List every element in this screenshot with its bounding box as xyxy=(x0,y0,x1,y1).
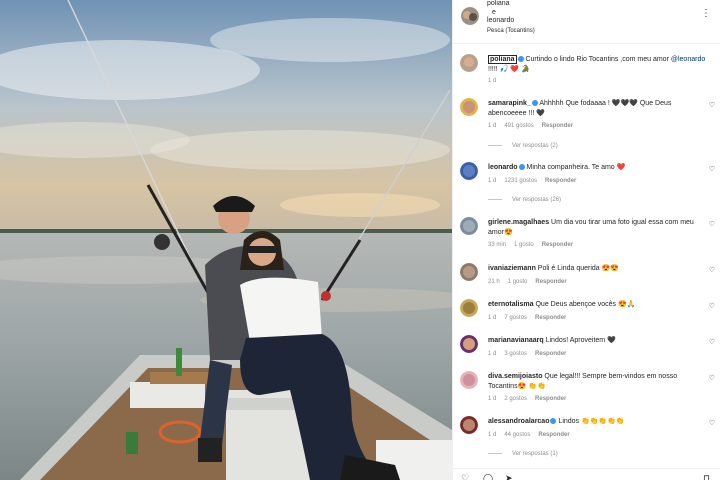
caption-username[interactable]: poliana xyxy=(488,55,517,64)
comment-likes[interactable]: 491 gostos xyxy=(504,123,533,129)
authors-connector: e xyxy=(492,8,496,16)
comment-bubble-icon[interactable]: ◯ xyxy=(483,473,493,480)
comment-likes[interactable]: 1 gosto xyxy=(508,279,528,285)
comment-item: ivaniaziemann Poli é Linda querida 😍😍 21… xyxy=(453,263,720,291)
replies-divider xyxy=(488,452,502,454)
comment-likes[interactable]: 1 gosto xyxy=(514,242,534,248)
fishing-scene-image xyxy=(0,0,452,480)
commenter-avatar[interactable] xyxy=(460,416,478,434)
comment-item: girlene.magalhaes Um dia vou tirar uma f… xyxy=(453,217,720,253)
comments-panel: poliana e leonardo Pesca (Tocantins) ⋮ p… xyxy=(452,0,720,480)
comment-text: Poli é Linda querida 😍😍 xyxy=(535,265,620,272)
like-comment-heart-icon[interactable]: ♡ xyxy=(709,220,715,228)
like-comment-heart-icon[interactable]: ♡ xyxy=(709,165,715,173)
reply-button[interactable]: Responder xyxy=(535,315,566,321)
reply-button[interactable]: Responder xyxy=(535,279,566,285)
caption-time[interactable]: 1 d xyxy=(488,78,496,84)
view-replies-label: Ver respostas (2) xyxy=(512,143,558,149)
comment-time[interactable]: 33 min xyxy=(488,242,506,248)
comment-time[interactable]: 1 d xyxy=(488,123,496,129)
caption-text: poliana Curtindo o lindo Rio Tocantins ,… xyxy=(488,55,708,75)
reply-button[interactable]: Responder xyxy=(542,123,573,129)
comment-likes[interactable]: 44 gostos xyxy=(504,432,530,438)
author-name-poliana[interactable]: poliana xyxy=(487,0,514,9)
post-authors: poliana e leonardo xyxy=(487,0,514,26)
like-heart-icon[interactable]: ♡ xyxy=(461,473,469,480)
post-header: poliana e leonardo Pesca (Tocantins) ⋮ xyxy=(453,0,720,44)
comment-text: Minha companheira. Te amo ❤️ xyxy=(524,164,626,171)
comment-item: leonardo Minha companheira. Te amo ❤️ 1 … xyxy=(453,162,720,206)
comment-time[interactable]: 1 d xyxy=(488,315,496,321)
comment-time[interactable]: 21 h xyxy=(488,279,500,285)
comment-item: alessandroalarcao Lindos 👏👏👏👏👏 1 d 44 gos… xyxy=(453,416,720,460)
post-caption: poliana Curtindo o lindo Rio Tocantins ,… xyxy=(453,52,720,88)
comment-time[interactable]: 1 d xyxy=(488,351,496,357)
like-comment-heart-icon[interactable]: ♡ xyxy=(709,101,715,109)
save-bookmark-icon[interactable]: ⊓ xyxy=(703,473,710,480)
comment-time[interactable]: 1 d xyxy=(488,178,496,184)
comment-username[interactable]: diva.semijoiasto xyxy=(488,373,542,380)
comment-username[interactable]: samarapink_ xyxy=(488,100,531,107)
post-photo[interactable] xyxy=(0,0,452,480)
comment-username[interactable]: eternotalisma xyxy=(488,301,534,308)
view-replies-label: Ver respostas (1) xyxy=(512,451,558,457)
author-name-leonardo[interactable]: leonardo xyxy=(487,17,514,26)
reply-button[interactable]: Responder xyxy=(535,351,566,357)
share-send-icon[interactable]: ➤ xyxy=(505,473,513,480)
post-action-bar: ♡ ◯ ➤ ⊓ xyxy=(453,468,720,480)
like-comment-heart-icon[interactable]: ♡ xyxy=(709,302,715,310)
view-replies-label: Ver respostas (26) xyxy=(512,197,562,203)
commenter-avatar[interactable] xyxy=(460,371,478,389)
commenter-avatar[interactable] xyxy=(460,299,478,317)
verified-badge-icon xyxy=(517,56,524,63)
comment-likes[interactable]: 7 gostos xyxy=(504,315,527,321)
like-comment-heart-icon[interactable]: ♡ xyxy=(709,419,715,427)
comment-username[interactable]: girlene.magalhaes xyxy=(488,219,549,226)
comment-item: eternotalisma Que Deus abençoe vocês 😍🙏 … xyxy=(453,299,720,327)
comment-likes[interactable]: 1231 gostos xyxy=(504,178,537,184)
replies-divider xyxy=(488,144,502,146)
more-options-icon[interactable]: ⋮ xyxy=(701,9,711,19)
comment-likes[interactable]: 2 gostos xyxy=(504,396,527,402)
reply-button[interactable]: Responder xyxy=(545,178,576,184)
comment-text: Lindos! Aproveitem 🖤 xyxy=(543,337,616,344)
caption-mention[interactable]: @leonardo xyxy=(671,56,705,63)
comment-username[interactable]: marianavianaarq xyxy=(488,337,544,344)
comment-text: Lindos 👏👏👏👏👏 xyxy=(556,418,625,425)
post-location[interactable]: Pesca (Tocantins) xyxy=(487,28,535,34)
caption-emojis: !!!!! 🎣 ❤️ 🐊 xyxy=(488,66,530,73)
comment-item: marianavianaarq Lindos! Aproveitem 🖤 1 d… xyxy=(453,335,720,363)
comment-username[interactable]: ivaniaziemann xyxy=(488,265,536,272)
commenter-avatar[interactable] xyxy=(460,162,478,180)
commenter-avatar[interactable] xyxy=(460,335,478,353)
view-replies-button[interactable]: Ver respostas (2) xyxy=(488,143,558,149)
commenter-avatar[interactable] xyxy=(460,217,478,235)
comment-item: diva.semijoiasto Que legal!!! Sempre bem… xyxy=(453,371,720,407)
comment-likes[interactable]: 3 gostos xyxy=(504,351,527,357)
comment-username[interactable]: alessandroalarcao xyxy=(488,418,549,425)
comment-time[interactable]: 1 d xyxy=(488,396,496,402)
comment-item: samarapink_ Ahhhhh Que fodaaaa ! 🖤🖤🖤 Que… xyxy=(453,98,720,150)
comment-username[interactable]: leonardo xyxy=(488,164,518,171)
commenter-avatar[interactable] xyxy=(460,263,478,281)
reply-button[interactable]: Responder xyxy=(542,242,573,248)
like-comment-heart-icon[interactable]: ♡ xyxy=(709,374,715,382)
like-comment-heart-icon[interactable]: ♡ xyxy=(709,266,715,274)
view-replies-button[interactable]: Ver respostas (1) xyxy=(488,451,558,457)
caption-body: Curtindo o lindo Rio Tocantins ,com meu … xyxy=(525,56,669,63)
comment-text: Que Deus abençoe vocês 😍🙏 xyxy=(533,301,636,308)
view-replies-button[interactable]: Ver respostas (26) xyxy=(488,197,561,203)
reply-button[interactable]: Responder xyxy=(538,432,569,438)
replies-divider xyxy=(488,198,502,200)
author-avatar[interactable] xyxy=(461,7,479,25)
commenter-avatar[interactable] xyxy=(460,98,478,116)
reply-button[interactable]: Responder xyxy=(535,396,566,402)
caption-avatar[interactable] xyxy=(460,54,478,72)
comment-time[interactable]: 1 d xyxy=(488,432,496,438)
like-comment-heart-icon[interactable]: ♡ xyxy=(709,338,715,346)
